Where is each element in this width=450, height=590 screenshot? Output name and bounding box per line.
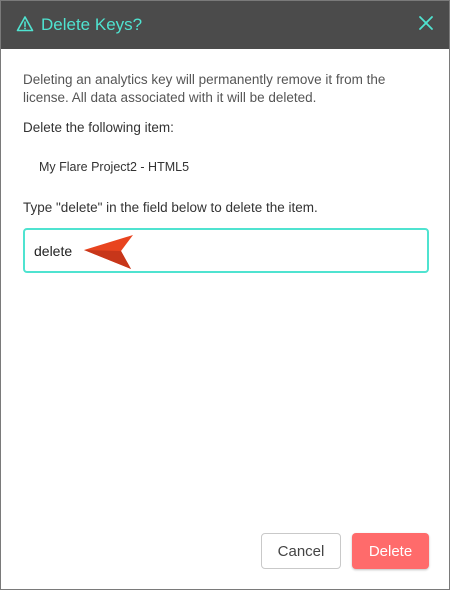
warning-icon <box>16 16 34 32</box>
dialog-description: Deleting an analytics key will permanent… <box>23 72 386 105</box>
delete-button[interactable]: Delete <box>352 533 429 569</box>
item-to-delete: My Flare Project2 - HTML5 <box>39 160 190 174</box>
close-icon[interactable] <box>417 14 435 32</box>
annotation-arrow-icon <box>84 235 133 269</box>
delete-keys-dialog: Delete Keys? Deleting an analytics key w… <box>0 0 450 590</box>
confirm-instruction: Type "delete" in the field below to dele… <box>23 200 318 215</box>
dialog-header: Delete Keys? <box>1 1 449 49</box>
dialog-title: Delete Keys? <box>41 15 143 34</box>
cancel-button[interactable]: Cancel <box>261 533 341 569</box>
items-label: Delete the following item: <box>23 120 174 135</box>
